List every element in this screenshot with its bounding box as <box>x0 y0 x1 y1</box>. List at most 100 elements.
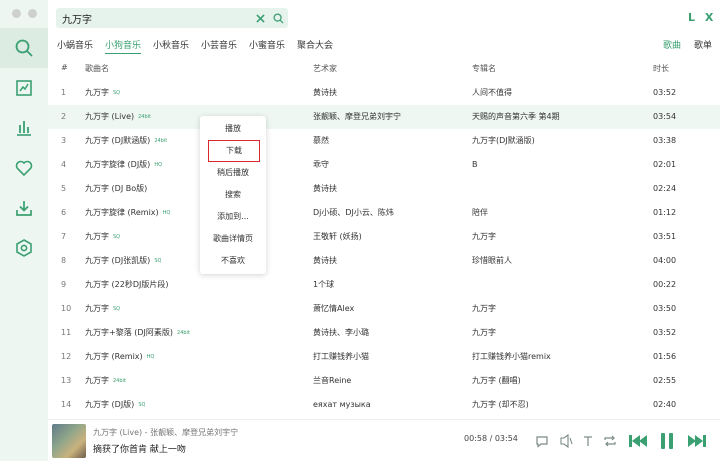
tab-source-1[interactable]: 小蜗音乐 <box>57 40 93 54</box>
table-row[interactable]: 14 九万字 (DJ版) SQ еяхат музыка 九万字 (却不忍) 02… <box>48 393 720 417</box>
menu-search[interactable]: 搜索 <box>200 184 266 206</box>
song-artist[interactable]: 张靓颖、摩登兄弟刘宇宁 <box>313 105 401 129</box>
table-row[interactable]: 5 九万字 (DJ Bo版) 黄诗扶 02:24 <box>48 177 720 201</box>
nav-charts[interactable] <box>0 68 48 108</box>
table-row[interactable]: 2 九万字 (Live) 24bit 张靓颖、摩登兄弟刘宇宁 天赐的声音第六季 第… <box>48 105 720 129</box>
song-name[interactable]: 九万字 (DJ版) SQ <box>85 393 145 417</box>
song-artist[interactable]: 黄诗扶、李小璐 <box>313 321 369 345</box>
next-button[interactable] <box>685 431 709 451</box>
song-album[interactable]: 打工赚钱养小猫remix <box>472 345 551 369</box>
table-row[interactable]: 4 九万字旋律 (DJ版) HQ 乖守 B 02:01 <box>48 153 720 177</box>
song-album[interactable]: 珍惜眼前人 <box>472 249 512 273</box>
tab-playlists[interactable]: 歌单 <box>694 40 712 54</box>
menu-play[interactable]: 播放 <box>200 118 266 140</box>
tab-source-3[interactable]: 小秋音乐 <box>153 40 189 54</box>
pause-button[interactable] <box>655 431 679 451</box>
nav-favorites[interactable] <box>0 148 48 188</box>
song-album[interactable]: 九万字 (却不忍) <box>472 393 529 417</box>
lyric-icon <box>584 436 592 446</box>
song-name[interactable]: 九万字 (22秒DJ版片段) <box>85 273 172 297</box>
song-album[interactable]: 人间不值得 <box>472 81 512 105</box>
album-cover[interactable] <box>52 424 86 458</box>
song-artist[interactable]: 兰音Reine <box>313 369 351 393</box>
song-album[interactable]: 陪伴 <box>472 201 488 225</box>
song-name[interactable]: 九万字 SQ <box>85 297 120 321</box>
song-artist[interactable]: 萧忆情Alex <box>313 297 354 321</box>
window-close-dot[interactable] <box>12 9 21 18</box>
desktop-lyric-button[interactable] <box>556 431 576 451</box>
song-album[interactable]: 九万字 <box>472 225 496 249</box>
song-artist[interactable]: 打工赚钱养小猫 <box>313 345 369 369</box>
nav-leaderboard[interactable] <box>0 108 48 148</box>
song-name[interactable]: 九万字 (Remix) HQ <box>85 345 154 369</box>
table-row[interactable]: 9 九万字 (22秒DJ版片段) 1个球 00:22 <box>48 273 720 297</box>
previous-button[interactable] <box>626 431 650 451</box>
quality-badge: 24bit <box>113 378 126 384</box>
table-row[interactable]: 6 九万字旋律 (Remix) HQ Dj小硕、DJ小云、陈炜 陪伴 01:12 <box>48 201 720 225</box>
col-album-header[interactable]: 专辑名 <box>472 63 496 74</box>
table-row[interactable]: 7 九万字 SQ 王敬轩 (妖扬) 九万字 03:51 <box>48 225 720 249</box>
col-artist-header[interactable]: 艺术家 <box>313 63 337 74</box>
song-name[interactable]: 九万字旋律 (Remix) HQ <box>85 201 170 225</box>
tab-source-5[interactable]: 小蜜音乐 <box>249 40 285 54</box>
col-name-header[interactable]: 歌曲名 <box>85 63 109 74</box>
table-row[interactable]: 13 九万字 24bit 兰音Reine 九万字 (翻唱) 02:55 <box>48 369 720 393</box>
song-album[interactable]: B <box>472 153 478 177</box>
tab-songs[interactable]: 歌曲 <box>663 40 681 54</box>
comment-button[interactable] <box>532 431 552 451</box>
song-artist[interactable]: 黄诗扶 <box>313 81 337 105</box>
menu-song-detail[interactable]: 歌曲详情页 <box>200 228 266 250</box>
nav-settings[interactable] <box>0 228 48 268</box>
clear-button[interactable] <box>254 11 266 25</box>
song-title: 九万字 <box>85 232 109 241</box>
menu-download[interactable]: 下载 <box>208 140 260 162</box>
window-minimize-dot[interactable] <box>28 9 37 18</box>
song-name[interactable]: 九万字旋律 (DJ版) HQ <box>85 153 162 177</box>
search-button[interactable] <box>270 10 286 26</box>
song-name[interactable]: 九万字 24bit <box>85 369 126 393</box>
search-icon <box>15 39 33 57</box>
song-name[interactable]: 九万字 (DJ Bo版) <box>85 177 151 201</box>
table-row[interactable]: 1 九万字 SQ 黄诗扶 人间不值得 03:52 <box>48 81 720 105</box>
song-artist[interactable]: 乖守 <box>313 153 329 177</box>
song-artist[interactable]: еяхат музыка <box>313 393 371 417</box>
song-duration: 03:38 <box>653 136 677 145</box>
row-index: 2 <box>61 112 67 121</box>
nav-downloads[interactable] <box>0 188 48 228</box>
song-album[interactable]: 九万字 <box>472 297 496 321</box>
song-name[interactable]: 九万字 (DJ张凯版) SQ <box>85 249 161 273</box>
song-artist[interactable]: Dj小硕、DJ小云、陈炜 <box>313 201 394 225</box>
tab-source-6[interactable]: 聚合大会 <box>297 40 333 54</box>
song-album[interactable]: 天赐的声音第六季 第4期 <box>472 105 560 129</box>
song-name[interactable]: 九万字 SQ <box>85 225 120 249</box>
song-album[interactable]: 九万字 <box>472 321 496 345</box>
menu-add-to[interactable]: 添加到... <box>200 206 266 228</box>
song-name[interactable]: 九万字 (DJ默涵版) 24bit <box>85 129 167 153</box>
song-album[interactable]: 九万字(DJ默涵版) <box>472 129 535 153</box>
song-name[interactable]: 九万字+黎落 (DJ阿素版) 24bit <box>85 321 190 345</box>
table-row[interactable]: 10 九万字 SQ 萧忆情Alex 九万字 03:50 <box>48 297 720 321</box>
table-row[interactable]: 3 九万字 (DJ默涵版) 24bit 慕然 九万字(DJ默涵版) 03:38 <box>48 129 720 153</box>
song-name[interactable]: 九万字 (Live) 24bit <box>85 105 151 129</box>
song-name[interactable]: 九万字 SQ <box>85 81 120 105</box>
menu-dislike[interactable]: 不喜欢 <box>200 250 266 272</box>
tab-source-2[interactable]: 小狗音乐 <box>105 40 142 54</box>
nav-search[interactable] <box>0 28 48 68</box>
song-artist[interactable]: 王敬轩 (妖扬) <box>313 225 362 249</box>
song-artist[interactable]: 慕然 <box>313 129 329 153</box>
table-row[interactable]: 11 九万字+黎落 (DJ阿素版) 24bit 黄诗扶、李小璐 九万字 03:52 <box>48 321 720 345</box>
song-artist[interactable]: 1个球 <box>313 273 334 297</box>
song-artist[interactable]: 黄诗扶 <box>313 249 337 273</box>
col-duration-header[interactable]: 时长 <box>653 63 669 74</box>
quality-badge: 24bit <box>177 330 190 336</box>
song-artist[interactable]: 黄诗扶 <box>313 177 337 201</box>
table-row[interactable]: 8 九万字 (DJ张凯版) SQ 黄诗扶 珍惜眼前人 04:00 <box>48 249 720 273</box>
tab-source-4[interactable]: 小芸音乐 <box>201 40 237 54</box>
menu-play-later[interactable]: 稍后播放 <box>200 162 266 184</box>
now-playing-title[interactable]: 九万字 (Live) - 张靓颖、摩登兄弟刘宇宁 <box>93 427 238 438</box>
search-input[interactable] <box>62 10 242 26</box>
repeat-button[interactable] <box>600 431 620 451</box>
song-album[interactable]: 九万字 (翻唱) <box>472 369 521 393</box>
lyric-toggle-button[interactable] <box>578 431 598 451</box>
table-row[interactable]: 12 九万字 (Remix) HQ 打工赚钱养小猫 打工赚钱养小猫remix 01… <box>48 345 720 369</box>
